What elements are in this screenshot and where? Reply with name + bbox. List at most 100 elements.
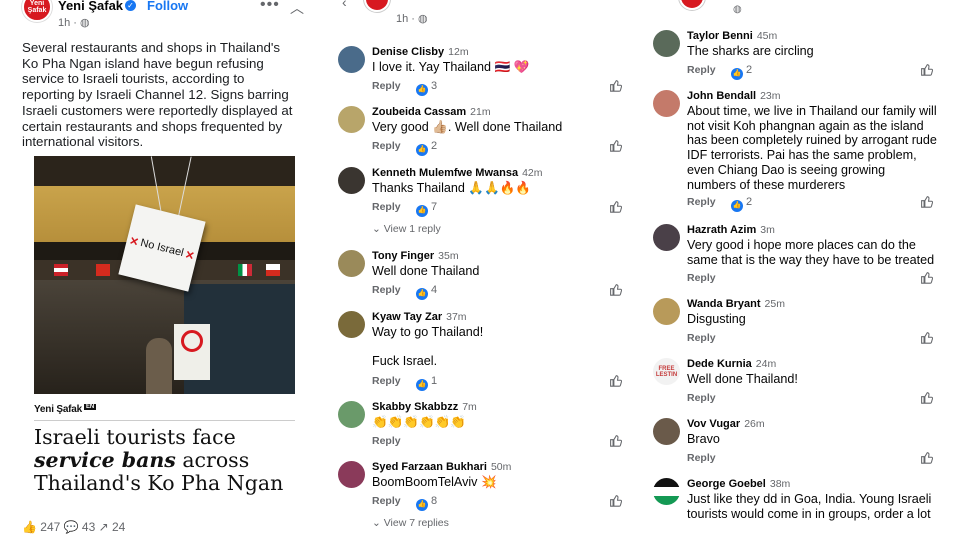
commenter-name[interactable]: Syed Farzaan Bukhari 50m xyxy=(372,461,511,473)
reply-button[interactable]: Reply xyxy=(372,495,401,507)
comment-text: 👏👏👏👏👏👏 xyxy=(372,415,467,429)
page-avatar[interactable] xyxy=(679,0,705,10)
like-icon[interactable] xyxy=(609,79,622,92)
post-timestamp[interactable]: 1h · ◍ xyxy=(396,12,428,25)
avatar[interactable] xyxy=(338,311,365,338)
commenter-name[interactable]: Skabby Skabbzz 7m xyxy=(372,401,477,413)
comment-time[interactable]: 7m xyxy=(462,401,477,413)
commenter-name[interactable]: Vov Vugar 26m xyxy=(687,418,765,430)
like-count[interactable]: 👍 1 xyxy=(416,375,437,391)
avatar[interactable] xyxy=(653,224,680,251)
like-icon[interactable] xyxy=(920,271,933,284)
comment-time[interactable]: 23m xyxy=(760,90,780,102)
commenter-name[interactable]: George Goebel 38m xyxy=(687,478,790,490)
commenter-name[interactable]: Hazrath Azim 3m xyxy=(687,224,775,236)
comment-time[interactable]: 12m xyxy=(448,46,468,58)
post-image[interactable]: ✕ No Israel ✕ xyxy=(34,156,295,394)
avatar[interactable] xyxy=(338,250,365,277)
comment-text: Bravo xyxy=(687,432,720,446)
more-options-icon[interactable]: ••• xyxy=(260,0,280,14)
comment-time[interactable]: 26m xyxy=(744,418,764,430)
avatar[interactable] xyxy=(653,478,680,505)
like-icon[interactable] xyxy=(920,331,933,344)
avatar[interactable] xyxy=(338,106,365,133)
like-icon[interactable] xyxy=(920,451,933,464)
avatar[interactable] xyxy=(338,401,365,428)
comment-time[interactable]: 45m xyxy=(757,30,777,42)
commenter-name[interactable]: John Bendall 23m xyxy=(687,90,781,102)
reply-button[interactable]: Reply xyxy=(687,272,716,284)
like-icon[interactable] xyxy=(609,139,622,152)
chevron-up-icon[interactable]: ︿ xyxy=(290,0,304,18)
commenter-name[interactable]: Tony Finger 35m xyxy=(372,250,459,262)
like-icon[interactable] xyxy=(609,374,622,387)
avatar[interactable] xyxy=(653,90,680,117)
comment-time[interactable]: 38m xyxy=(770,478,790,490)
comment-time[interactable]: 25m xyxy=(765,298,785,310)
back-arrow-icon[interactable]: ‹ xyxy=(342,0,347,10)
reply-button[interactable]: Reply xyxy=(372,140,401,152)
like-count[interactable]: 👍 8 xyxy=(416,495,437,511)
comment-text: Well done Thailand! xyxy=(687,372,798,386)
like-count[interactable]: 👍 3 xyxy=(416,80,437,96)
reactions-bar[interactable]: 👍 247 💬 43 ↗ 24 xyxy=(22,520,125,534)
image-ceiling xyxy=(34,156,295,186)
commenter-name[interactable]: Wanda Bryant 25m xyxy=(687,298,785,310)
avatar[interactable] xyxy=(653,418,680,445)
like-icon[interactable] xyxy=(609,200,622,213)
comment-time[interactable]: 50m xyxy=(491,461,511,473)
commenter-name-text: Vov Vugar xyxy=(687,418,741,430)
comment-time[interactable]: 37m xyxy=(446,311,466,323)
avatar[interactable] xyxy=(338,461,365,488)
page-avatar[interactable]: Yeni Şafak xyxy=(22,0,52,22)
reply-button[interactable]: Reply xyxy=(372,375,401,387)
reply-button[interactable]: Reply xyxy=(687,196,716,208)
reply-button[interactable]: Reply xyxy=(687,332,716,344)
commenter-name[interactable]: Dede Kurnia 24m xyxy=(687,358,776,370)
reply-button[interactable]: Reply xyxy=(687,452,716,464)
like-icon[interactable] xyxy=(609,494,622,507)
avatar[interactable] xyxy=(653,298,680,325)
like-count[interactable]: 👍 2 xyxy=(416,140,437,156)
commenter-name[interactable]: Taylor Benni 45m xyxy=(687,30,777,42)
avatar[interactable] xyxy=(338,167,365,194)
headline-part: Israeli tourists face xyxy=(34,425,236,449)
reply-button[interactable]: Reply xyxy=(687,64,716,76)
commenter-name[interactable]: Zoubeida Cassam 21m xyxy=(372,106,491,118)
comment-time[interactable]: 35m xyxy=(438,250,458,262)
comment-time[interactable]: 24m xyxy=(756,358,776,370)
view-replies-link[interactable]: ⌄ View 7 replies xyxy=(372,517,449,529)
like-icon[interactable] xyxy=(920,195,933,208)
view-replies-link[interactable]: ⌄ View 1 reply xyxy=(372,223,441,235)
like-icon[interactable] xyxy=(920,391,933,404)
avatar[interactable]: FREE LESTIN xyxy=(653,358,680,385)
like-count[interactable]: 👍 2 xyxy=(731,64,752,80)
reply-button[interactable]: Reply xyxy=(372,284,401,296)
page-avatar[interactable] xyxy=(364,0,390,12)
reply-button[interactable]: Reply xyxy=(372,201,401,213)
like-count[interactable]: 👍 2 xyxy=(731,196,752,212)
view-replies-text: View 7 replies xyxy=(383,517,449,529)
comment-time[interactable]: 21m xyxy=(470,106,490,118)
commenter-name[interactable]: Kyaw Tay Zar 37m xyxy=(372,311,467,323)
avatar[interactable] xyxy=(338,46,365,73)
commenter-name[interactable]: Denise Clisby 12m xyxy=(372,46,469,58)
post-timestamp[interactable]: 1h · ◍ xyxy=(58,16,90,29)
like-icon[interactable] xyxy=(609,434,622,447)
like-count[interactable]: 👍 4 xyxy=(416,284,437,300)
comment-time[interactable]: 42m xyxy=(522,167,542,179)
reply-button[interactable]: Reply xyxy=(372,435,401,447)
like-count[interactable]: 👍 7 xyxy=(416,201,437,217)
comment-text: About time, we live in Thailand our fami… xyxy=(687,104,937,192)
reply-button[interactable]: Reply xyxy=(687,392,716,404)
commenter-name[interactable]: Kenneth Mulemfwe Mwansa 42m xyxy=(372,167,543,179)
commenter-name-text: Zoubeida Cassam xyxy=(372,106,467,118)
reply-button[interactable]: Reply xyxy=(372,80,401,92)
avatar[interactable] xyxy=(653,30,680,57)
comment-time[interactable]: 3m xyxy=(760,224,775,236)
follow-button[interactable]: Follow xyxy=(147,0,188,13)
flag-decoration xyxy=(96,264,110,276)
like-icon[interactable] xyxy=(609,283,622,296)
like-icon[interactable] xyxy=(920,63,933,76)
page-name[interactable]: Yeni Şafak xyxy=(58,0,123,13)
